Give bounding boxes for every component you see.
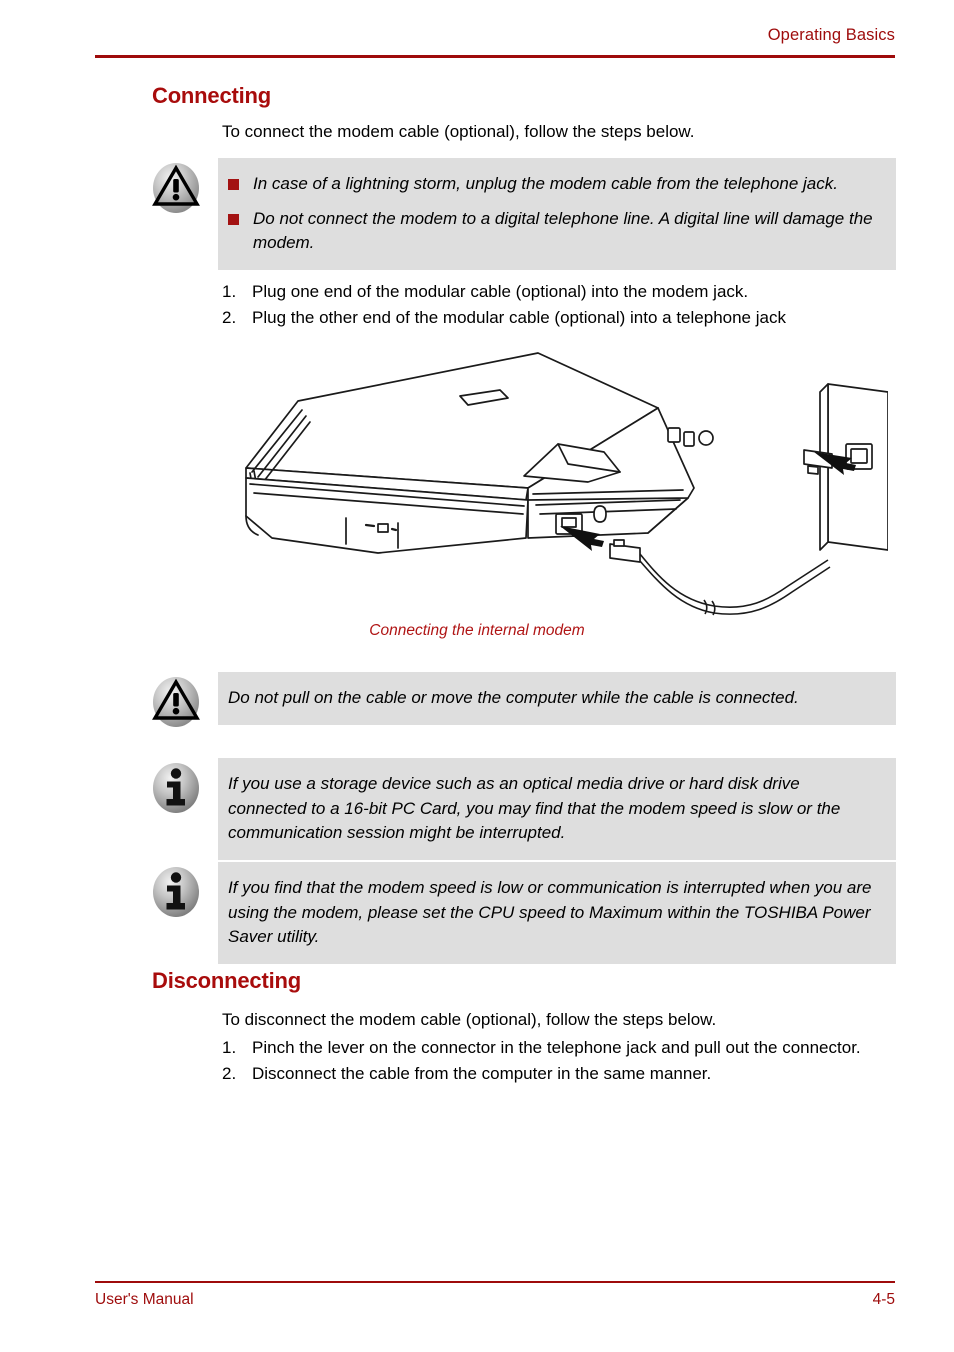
step-number: 1. [222, 1038, 237, 1057]
list-item: 2. Disconnect the cable from the compute… [222, 1061, 892, 1086]
square-bullet-icon [228, 213, 239, 225]
warning-bullet-text: Do not connect the modem to a digital te… [253, 208, 873, 253]
page-title: Connecting [152, 83, 271, 108]
step-text: Plug one end of the modular cable (optio… [252, 282, 749, 301]
warning-triangle-icon [150, 676, 202, 728]
warning-bullet-item: Do not connect the modem to a digital te… [228, 207, 880, 256]
page-header: Operating Basics [95, 26, 895, 60]
list-item: 1. Plug one end of the modular cable (op… [222, 279, 912, 304]
connecting-steps-list: 1. Plug one end of the modular cable (op… [222, 279, 912, 331]
step-text: Disconnect the cable from the computer i… [252, 1064, 712, 1083]
page-footer: User's Manual 4-5 [95, 1281, 895, 1321]
footer-manual-label: User's Manual [95, 1291, 194, 1308]
step-text: Pinch the lever on the connector in the … [252, 1038, 861, 1057]
header-rule [95, 55, 895, 58]
info-note-box-1: If you use a storage device such as an o… [218, 758, 896, 860]
laptop-modem-connection-illustration [228, 348, 889, 618]
figure-caption: Connecting the internal modem [369, 622, 585, 639]
page-number: 4-5 [872, 1291, 895, 1308]
connecting-intro-paragraph: To connect the modem cable (optional), f… [222, 122, 695, 141]
note-text: Do not pull on the cable or move the com… [228, 688, 799, 707]
document-page: Operating Basics Connecting To connect t… [0, 0, 954, 1352]
list-item: 2. Plug the other end of the modular cab… [222, 305, 912, 330]
info-note-box-2: If you find that the modem speed is low … [218, 862, 896, 964]
disconnecting-steps-list: 1. Pinch the lever on the connector in t… [222, 1035, 892, 1087]
step-number: 2. [222, 308, 237, 327]
warning-note-box-1: In case of a lightning storm, unplug the… [218, 158, 896, 270]
header-title: Operating Basics [767, 26, 895, 44]
footer-rule [95, 1281, 895, 1283]
section-title-disconnecting: Disconnecting [152, 968, 301, 993]
warning-bullet-item: In case of a lightning storm, unplug the… [228, 172, 880, 197]
info-circle-icon [150, 866, 202, 918]
list-item: 1. Pinch the lever on the connector in t… [222, 1035, 892, 1060]
warning-bullet-text: In case of a lightning storm, unplug the… [253, 174, 838, 193]
note-text: If you find that the modem speed is low … [228, 878, 872, 946]
square-bullet-icon [228, 179, 239, 190]
info-circle-icon [150, 762, 202, 814]
note-text: If you use a storage device such as an o… [228, 774, 841, 842]
disconnecting-intro-paragraph: To disconnect the modem cable (optional)… [222, 1010, 717, 1029]
step-number: 2. [222, 1064, 237, 1083]
step-text: Plug the other end of the modular cable … [252, 308, 786, 327]
warning-note-box-2: Do not pull on the cable or move the com… [218, 672, 896, 725]
step-number: 1. [222, 282, 237, 301]
warning-triangle-icon [150, 162, 202, 214]
